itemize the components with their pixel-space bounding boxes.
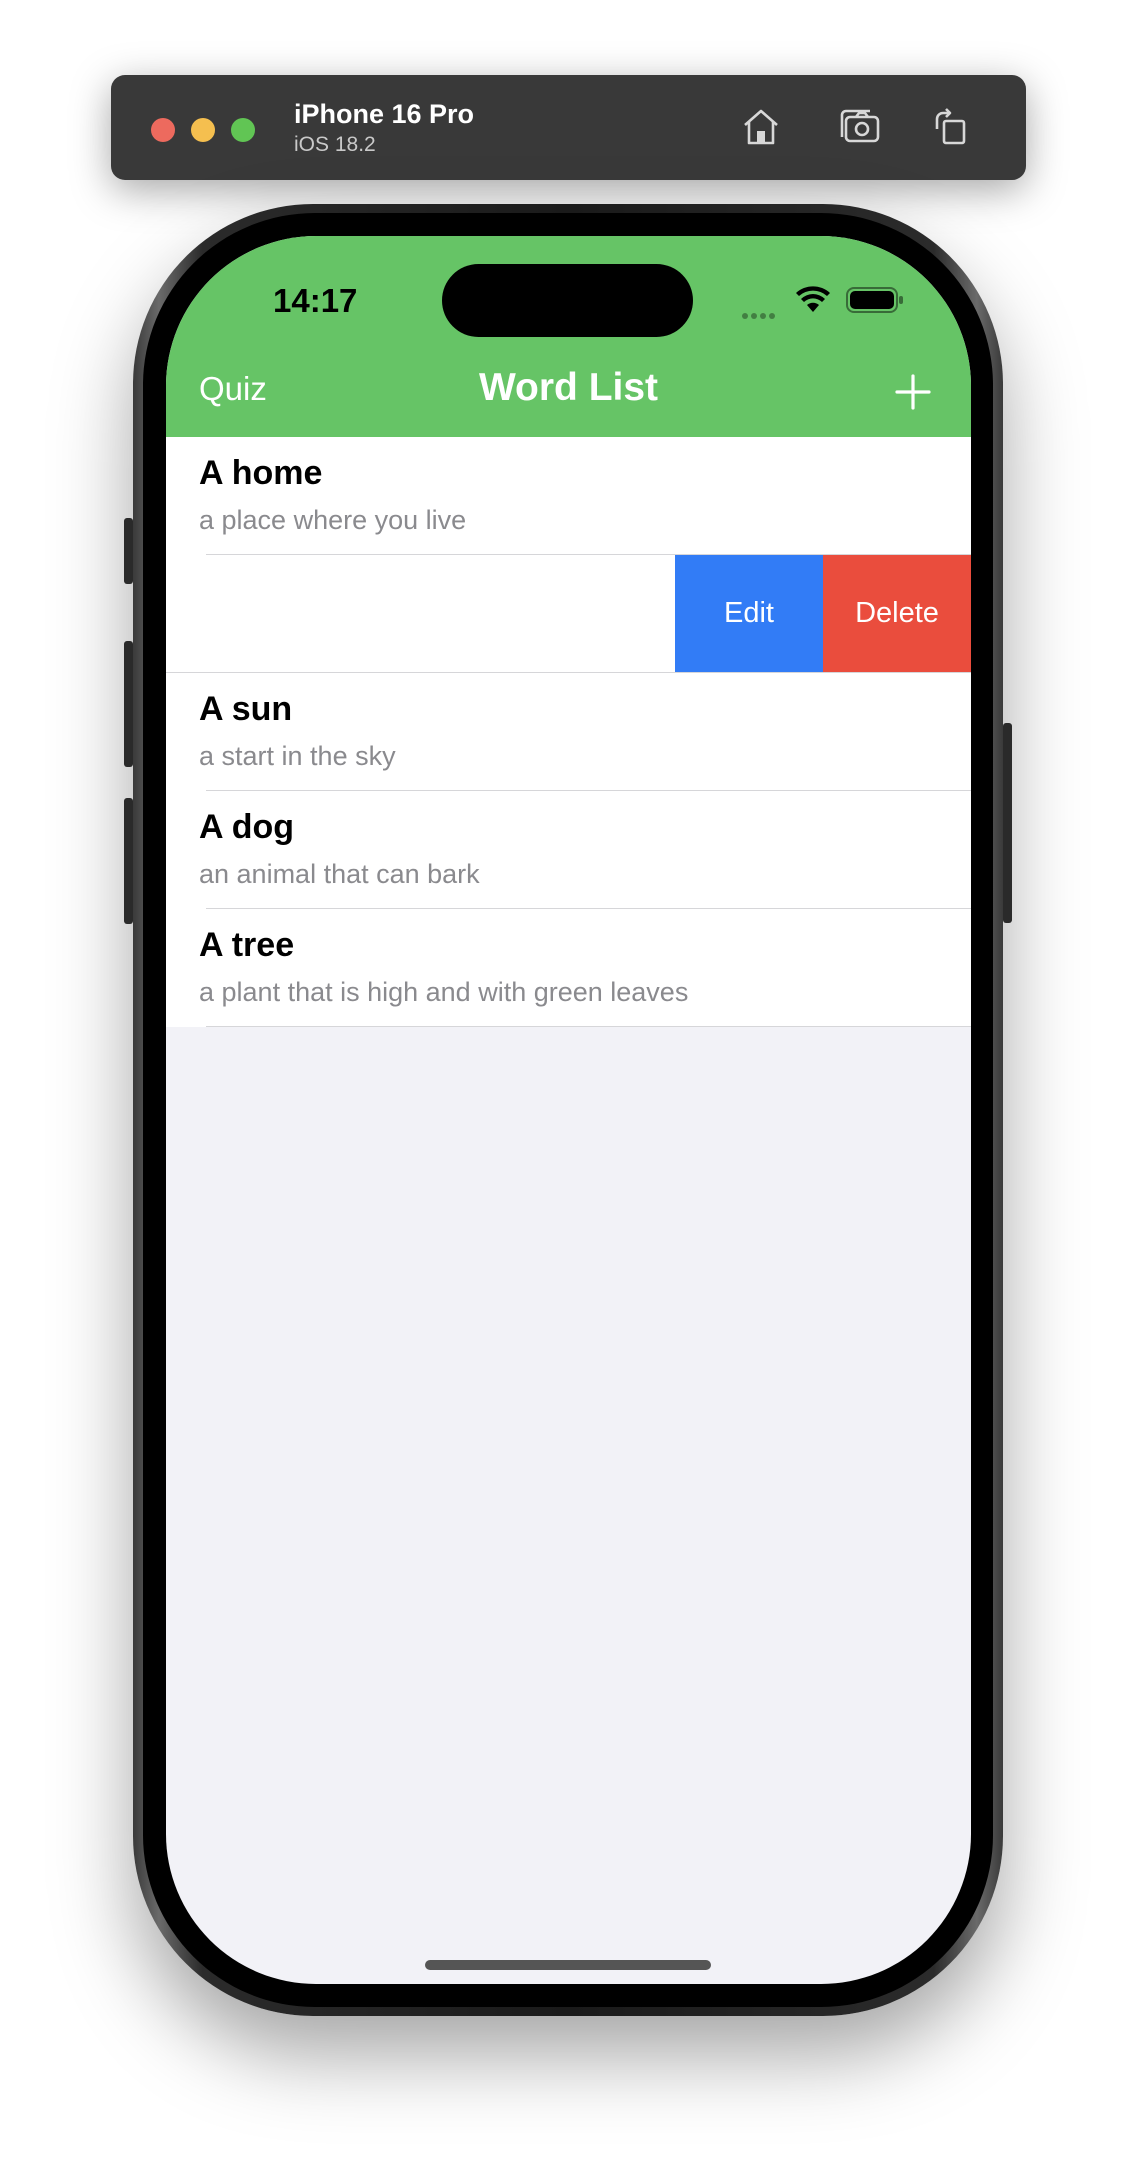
simulator-toolbar: iPhone 16 Pro iOS 18.2 (111, 75, 1026, 180)
volume-down-button (124, 798, 133, 924)
swipe-actions: Edit Delete (675, 555, 971, 672)
word-meaning: a start in the sky (199, 741, 396, 771)
wifi-icon (796, 286, 830, 312)
status-time: 14:17 (273, 282, 358, 319)
word-title: A home (199, 454, 323, 492)
word-title: A dog (199, 808, 295, 846)
page-title: Word List (478, 366, 659, 409)
window-maximize-button[interactable] (231, 118, 255, 142)
os-version: iOS 18.2 (294, 133, 376, 156)
list-item[interactable]: A dog an animal that can bark (166, 791, 971, 909)
plus-icon[interactable] (895, 374, 931, 410)
word-list: A home a place where you live Edit Delet… (166, 437, 971, 1027)
word-title: A sun (199, 690, 293, 728)
rotate-icon[interactable] (927, 103, 975, 151)
screenshot-icon[interactable] (836, 103, 884, 151)
word-meaning: a plant that is high and with green leav… (199, 977, 689, 1007)
swiped-list-item[interactable]: Edit Delete (166, 555, 971, 673)
cellular-icon (742, 306, 782, 319)
phone-screen: 14:17 Quiz Word List A home a place wher… (166, 236, 971, 1984)
window-close-button[interactable] (151, 118, 175, 142)
window-minimize-button[interactable] (191, 118, 215, 142)
row-separator (206, 1026, 971, 1027)
device-name: iPhone 16 Pro (294, 99, 475, 129)
home-icon[interactable] (737, 103, 785, 151)
word-title: A tree (199, 926, 295, 964)
volume-up-button (124, 641, 133, 767)
battery-icon (846, 287, 903, 313)
dynamic-island (442, 264, 693, 337)
navigation-bar: 14:17 Quiz Word List (166, 236, 971, 437)
action-button (124, 518, 133, 584)
list-item[interactable]: A home a place where you live (166, 437, 971, 555)
delete-button[interactable]: Delete (823, 555, 971, 672)
home-indicator[interactable] (425, 1960, 711, 1970)
side-power-button (1003, 723, 1012, 923)
word-meaning: a place where you live (199, 505, 467, 535)
list-item[interactable]: A sun a start in the sky (166, 673, 971, 791)
word-meaning: an animal that can bark (199, 859, 480, 889)
list-item[interactable]: A tree a plant that is high and with gre… (166, 909, 971, 1027)
simulator-window: iPhone 16 Pro iOS 18.2 14:17 Quiz Word L… (0, 0, 1136, 2168)
edit-button[interactable]: Edit (675, 555, 823, 672)
